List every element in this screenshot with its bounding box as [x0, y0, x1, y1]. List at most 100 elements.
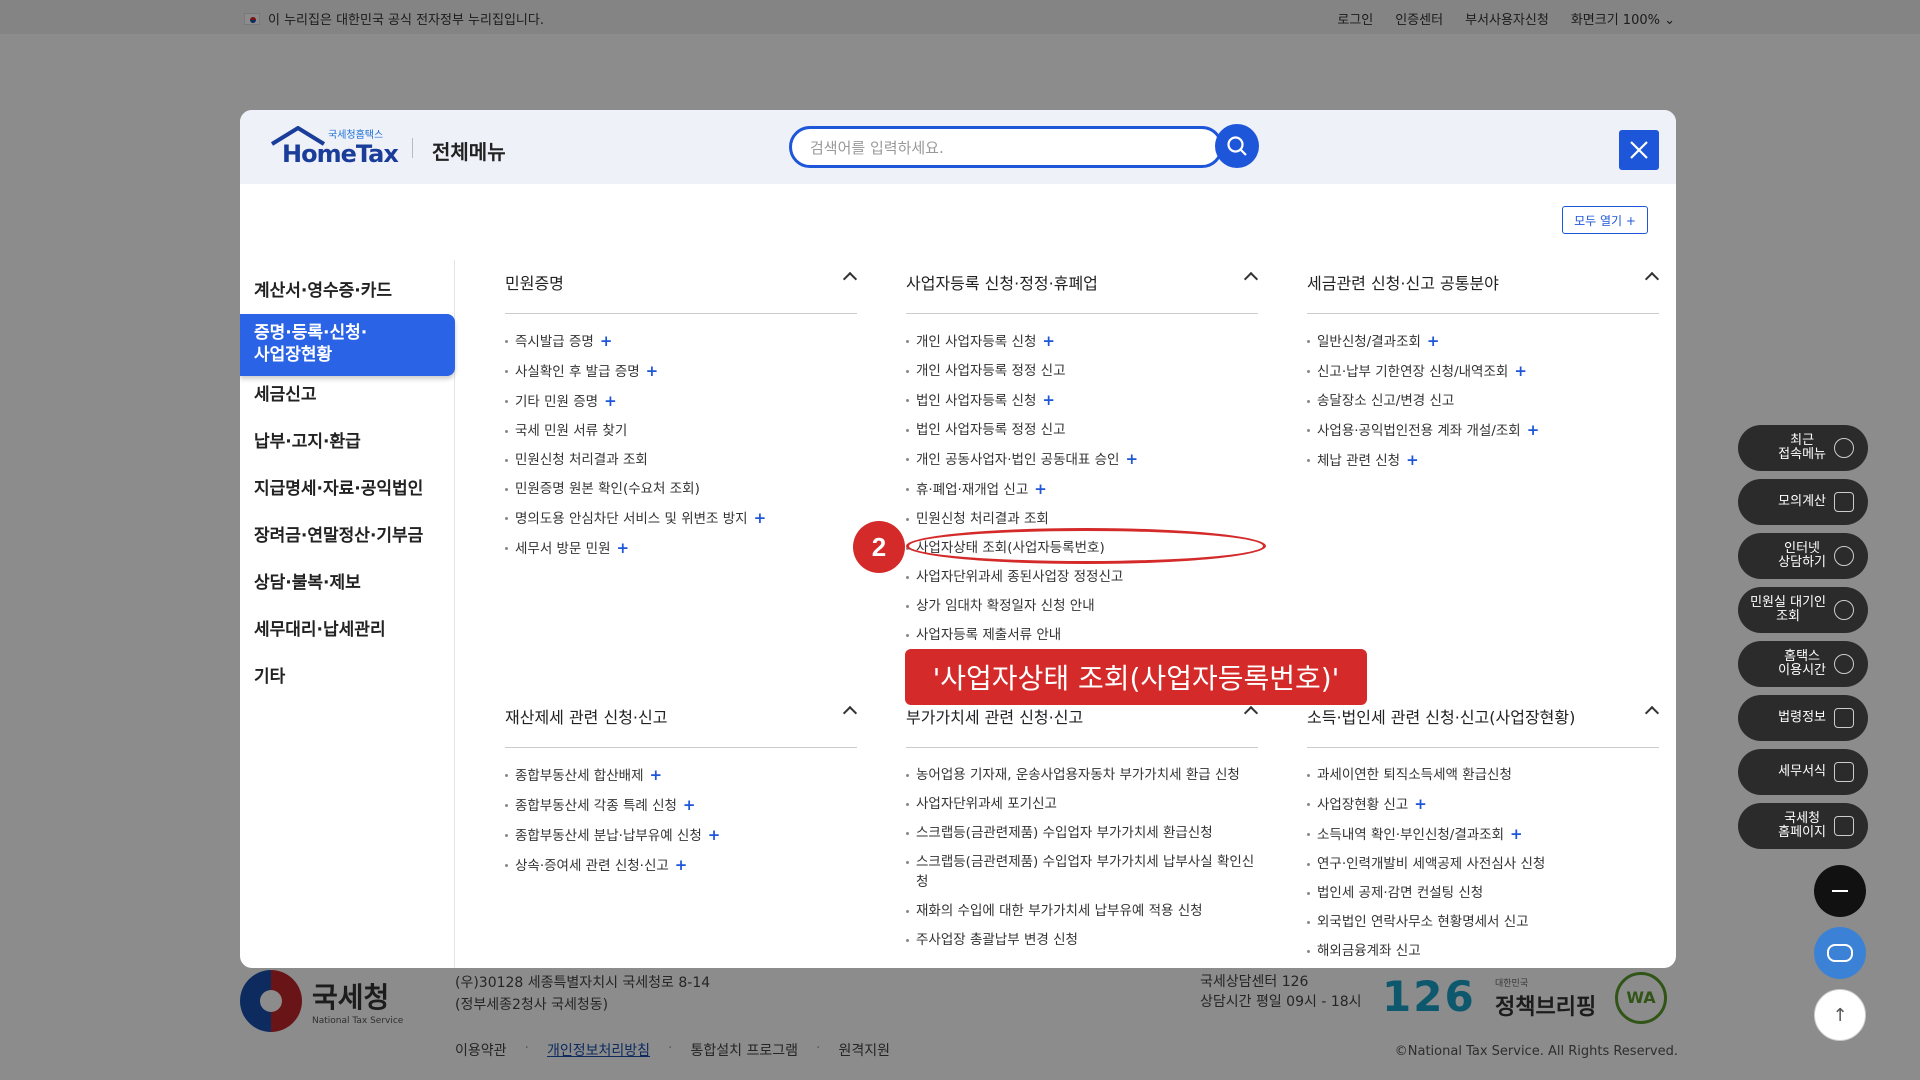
search-button[interactable] [1215, 124, 1259, 168]
menu-item[interactable]: 종합부동산세 각종 특례 신청 + [505, 795, 857, 816]
menu-item[interactable]: 기타 민원 증명 + [505, 391, 857, 412]
plus-icon[interactable]: + [683, 796, 696, 814]
menu-item[interactable]: 송달장소 신고/변경 신고 [1307, 391, 1659, 411]
modal-title: 전체메뉴 [412, 136, 506, 165]
menu-item[interactable]: 주사업장 총괄납부 변경 신청 [906, 930, 1258, 950]
plus-icon[interactable]: + [1406, 451, 1419, 469]
chatbot-button[interactable] [1814, 927, 1866, 979]
menu-item[interactable]: 사업용·공익법인전용 계좌 개설/조회 + [1307, 420, 1659, 441]
nav-item-payment[interactable]: 납부·고지·환급 [254, 431, 361, 453]
online-counsel-button[interactable]: 인터넷 상담하기 [1738, 533, 1868, 579]
menu-item[interactable]: 스크랩등(금관련제품) 수입업자 부가가치세 납부사실 확인신청 [906, 852, 1258, 892]
nav-item-tax-agent[interactable]: 세무대리·납세관리 [254, 619, 386, 641]
section-title[interactable]: 재산제세 관련 신청·신고 [505, 694, 858, 748]
nav-item-certificate[interactable]: 증명·등록·신청· 사업장현황 [240, 314, 455, 376]
law-info-button[interactable]: 법령정보 [1738, 695, 1868, 741]
highlight-ellipse [906, 528, 1266, 564]
menu-item[interactable]: 사업자등록 제출서류 안내 [906, 625, 1258, 645]
plus-icon[interactable]: + [1527, 421, 1540, 439]
waiting-query-button[interactable]: 민원실 대기인 조회 [1738, 587, 1868, 633]
section-menu-list: 일반신청/결과조회 + 신고·납부 기한연장 신청/내역조회 + 송달장소 신고/변경 … [1307, 314, 1659, 471]
menu-item[interactable]: 일반신청/결과조회 + [1307, 331, 1659, 352]
mock-calc-button[interactable]: 모의계산 [1738, 479, 1868, 525]
menu-item[interactable]: 휴·폐업·재개업 신고 + [906, 479, 1258, 500]
menu-item-label: 스크랩등(금관련제품) 수입업자 부가가치세 환급신청 [916, 825, 1213, 841]
nav-item-counsel[interactable]: 상담·불복·제보 [254, 572, 361, 594]
menu-item[interactable]: 사업자단위과세 포기신고 [906, 794, 1258, 814]
menu-search-input[interactable] [810, 139, 1140, 157]
menu-item[interactable]: 체납 관련 신청 + [1307, 450, 1659, 471]
menu-item[interactable]: 재화의 수입에 대한 부가가치세 납부유예 적용 신청 [906, 901, 1258, 921]
menu-item[interactable]: 상속·증여세 관련 신청·신고 + [505, 855, 857, 876]
menu-item[interactable]: 신고·납부 기한연장 신청/내역조회 + [1307, 361, 1659, 382]
chevron-up-icon[interactable] [842, 271, 858, 287]
section-title[interactable]: 민원증명 [505, 260, 858, 314]
recent-menu-button[interactable]: 최근 접속메뉴 [1738, 425, 1868, 471]
menu-item[interactable]: 사실확인 후 발급 증명 + [505, 361, 857, 382]
menu-item[interactable]: 개인 사업자등록 신청 + [906, 331, 1258, 352]
menu-item[interactable]: 개인 사업자등록 정정 신고 [906, 361, 1258, 381]
menu-item[interactable]: 국세 민원 서류 찾기 [505, 421, 857, 441]
nav-item-tax-report[interactable]: 세금신고 [254, 384, 317, 406]
menu-item-label: 신고·납부 기한연장 신청/내역조회 [1317, 364, 1509, 380]
open-all-button[interactable]: 모두 열기 + [1562, 206, 1648, 234]
plus-icon[interactable]: + [1510, 825, 1523, 843]
plus-icon[interactable]: + [754, 509, 767, 527]
plus-icon[interactable]: + [708, 826, 721, 844]
menu-item[interactable]: 민원증명 원본 확인(수요처 조회) [505, 479, 857, 499]
nav-item-payment-statement[interactable]: 지급명세·자료·공익법인 [254, 478, 423, 500]
menu-item[interactable]: 종합부동산세 합산배제 + [505, 765, 857, 786]
menu-item[interactable]: 법인 사업자등록 신청 + [906, 390, 1258, 411]
menu-item[interactable]: 법인 사업자등록 정정 신고 [906, 420, 1258, 440]
plus-icon[interactable]: + [604, 392, 617, 410]
menu-item[interactable]: 명의도용 안심차단 서비스 및 위변조 방지 + [505, 508, 857, 529]
nts-homepage-button[interactable]: 국세청 홈페이지 [1738, 803, 1868, 849]
plus-icon[interactable]: + [650, 766, 663, 784]
menu-item[interactable]: 개인 공동사업자·법인 공동대표 승인 + [906, 449, 1258, 470]
menu-item[interactable]: 사업자단위과세 종된사업장 정정신고 [906, 567, 1258, 587]
menu-item[interactable]: 소득내역 확인·부인신청/결과조회 + [1307, 824, 1659, 845]
plus-icon[interactable]: + [1514, 362, 1527, 380]
hometax-logo[interactable]: 국세청홈택스 HomeTax [270, 126, 400, 170]
nav-item-etc[interactable]: 기타 [254, 666, 285, 688]
menu-item[interactable]: 세무서 방문 민원 + [505, 538, 857, 559]
menu-item[interactable]: 민원신청 처리결과 조회 [505, 450, 857, 470]
tax-forms-button[interactable]: 세무서식 [1738, 749, 1868, 795]
menu-item[interactable]: 연구·인력개발비 세액공제 사전심사 신청 [1307, 854, 1659, 874]
menu-item[interactable]: 민원신청 처리결과 조회 [906, 509, 1258, 529]
chevron-up-icon[interactable] [1243, 705, 1259, 721]
menu-item[interactable]: 과세이연한 퇴직소득세액 환급신청 [1307, 765, 1659, 785]
collapse-menu-button[interactable] [1814, 865, 1866, 917]
scroll-top-button[interactable]: ↑ [1814, 989, 1866, 1041]
chevron-up-icon[interactable] [1243, 271, 1259, 287]
service-hours-button[interactable]: 홈택스 이용시간 [1738, 641, 1868, 687]
close-button[interactable] [1619, 130, 1659, 170]
plus-icon[interactable]: + [646, 362, 659, 380]
menu-item[interactable]: 농어업용 기자재, 운송사업용자동차 부가가치세 환급 신청 [906, 765, 1258, 785]
plus-icon[interactable]: + [1427, 332, 1440, 350]
plus-icon[interactable]: + [675, 856, 688, 874]
plus-icon[interactable]: + [1042, 391, 1055, 409]
section-title[interactable]: 세금관련 신청·신고 공통분야 [1307, 260, 1660, 314]
plus-icon[interactable]: + [1034, 480, 1047, 498]
plus-icon[interactable]: + [1125, 450, 1138, 468]
menu-item-label: 재화의 수입에 대한 부가가치세 납부유예 적용 신청 [916, 903, 1203, 919]
plus-icon[interactable]: + [1414, 795, 1427, 813]
menu-item[interactable]: 상가 임대차 확정일자 신청 안내 [906, 596, 1258, 616]
menu-item[interactable]: 외국법인 연락사무소 현황명세서 신고 [1307, 912, 1659, 932]
menu-item[interactable]: 스크랩등(금관련제품) 수입업자 부가가치세 환급신청 [906, 823, 1258, 843]
menu-item[interactable]: 법인세 공제·감면 컨설팅 신청 [1307, 883, 1659, 903]
menu-item[interactable]: 해외금융계좌 신고 [1307, 941, 1659, 961]
section-title[interactable]: 사업자등록 신청·정정·휴폐업 [906, 260, 1259, 314]
chevron-up-icon[interactable] [1644, 271, 1660, 287]
nav-item-incentive[interactable]: 장려금·연말정산·기부금 [254, 525, 423, 547]
chevron-up-icon[interactable] [1644, 705, 1660, 721]
plus-icon[interactable]: + [600, 332, 613, 350]
nav-item-invoice[interactable]: 계산서·영수증·카드 [254, 280, 392, 302]
menu-item[interactable]: 사업장현황 신고 + [1307, 794, 1659, 815]
plus-icon[interactable]: + [1042, 332, 1055, 350]
menu-item[interactable]: 즉시발급 증명 + [505, 331, 857, 352]
chevron-up-icon[interactable] [842, 705, 858, 721]
menu-item[interactable]: 종합부동산세 분납·납부유예 신청 + [505, 825, 857, 846]
plus-icon[interactable]: + [617, 539, 630, 557]
